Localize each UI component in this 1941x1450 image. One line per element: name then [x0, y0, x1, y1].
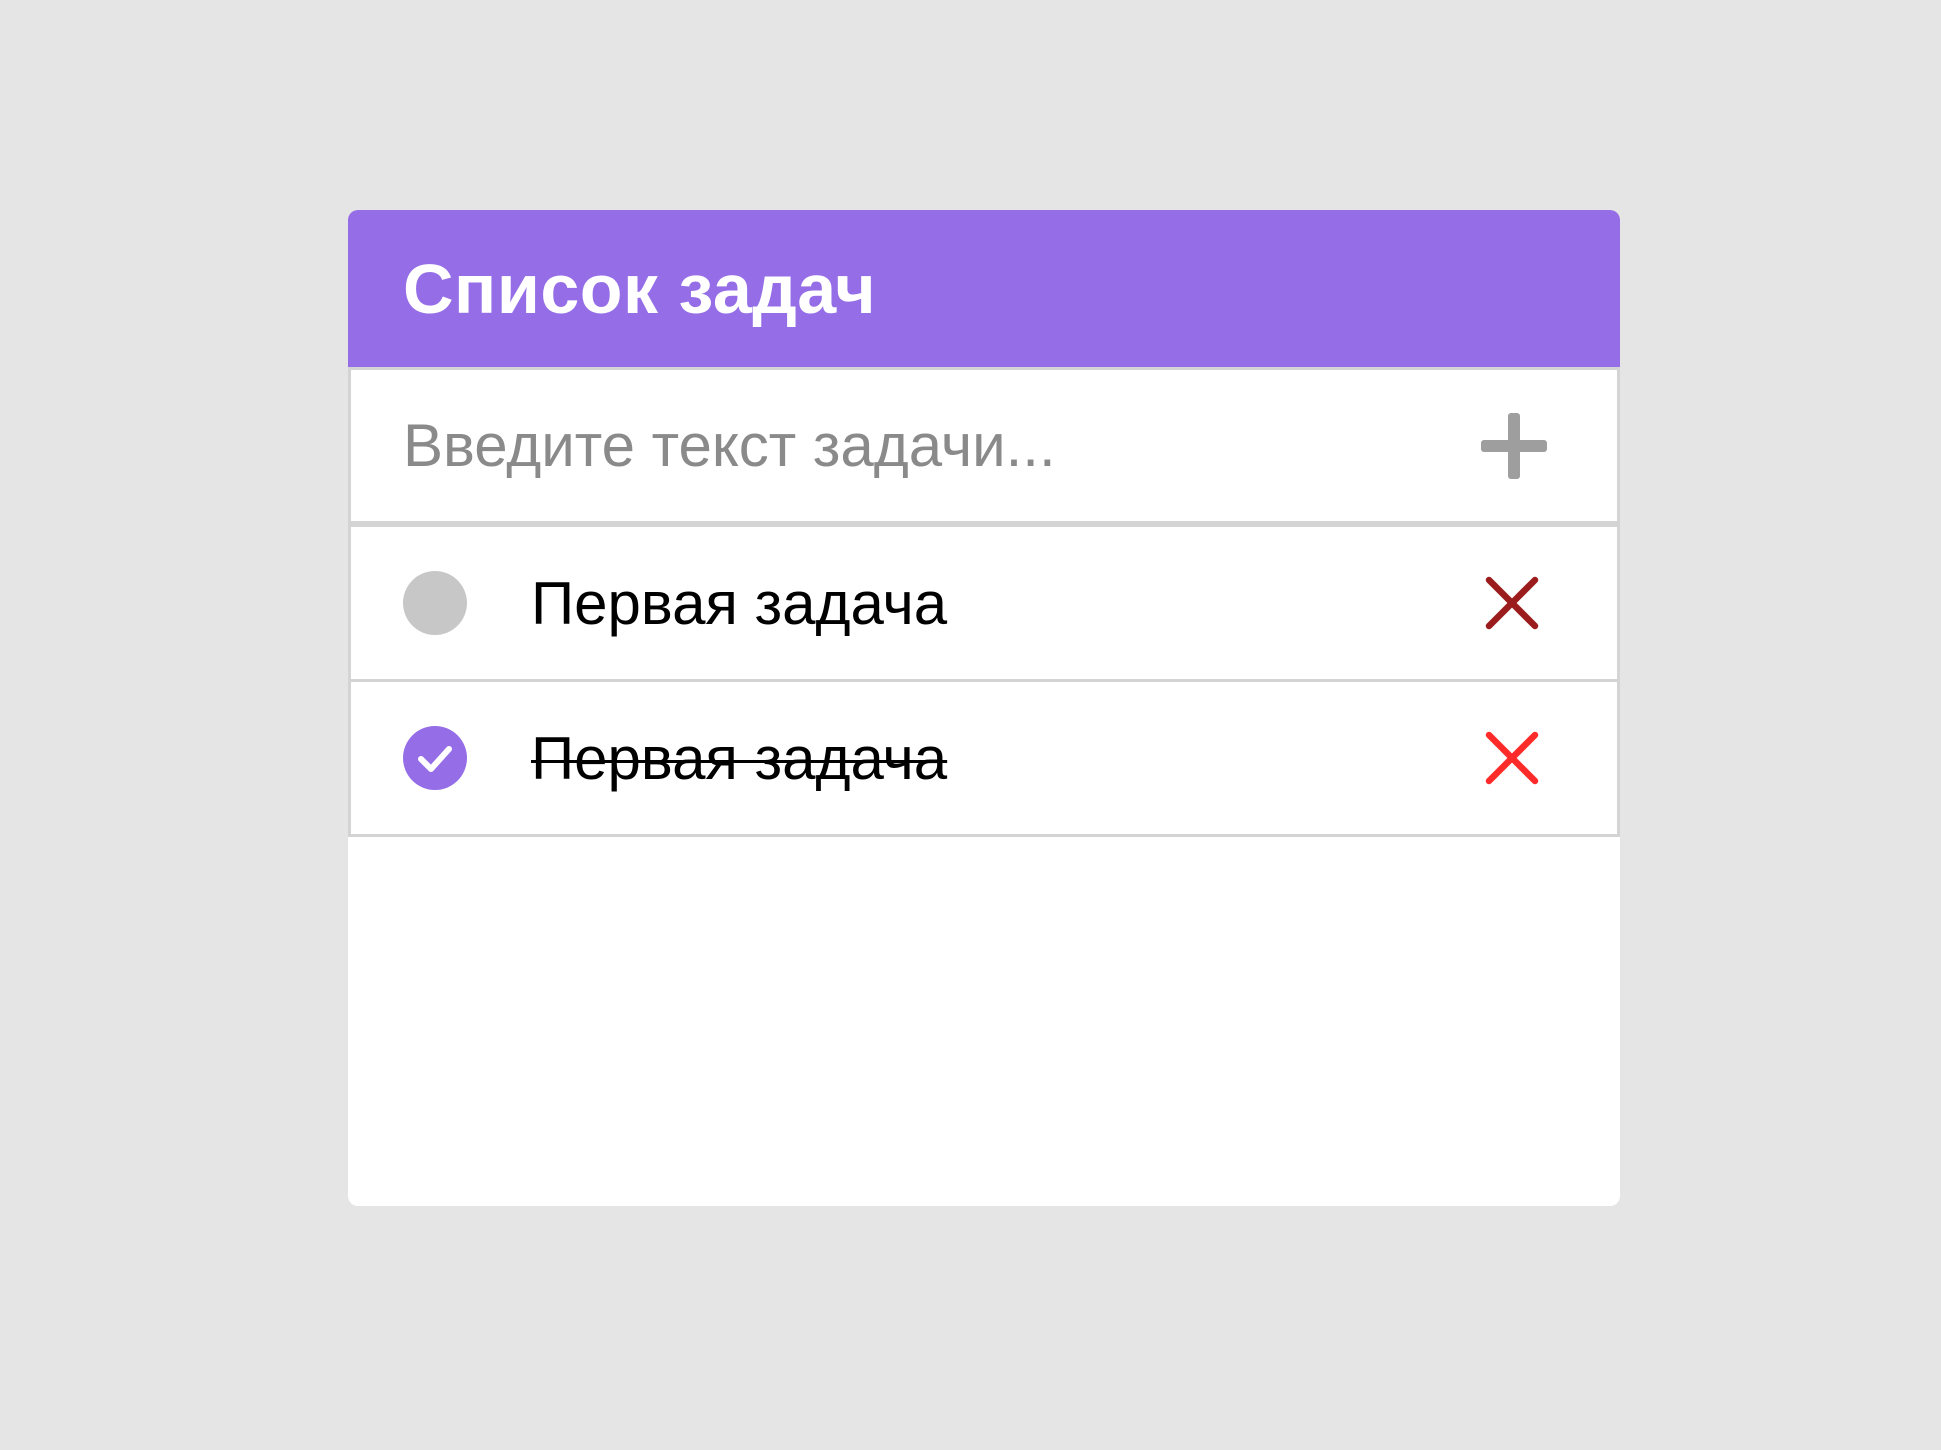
task-item: Первая задача [348, 524, 1620, 682]
header: Список задач [348, 210, 1620, 367]
close-icon [1485, 731, 1539, 785]
delete-task-button[interactable] [1485, 576, 1539, 630]
task-text: Первая задача [531, 724, 948, 792]
add-task-button[interactable] [1481, 412, 1547, 479]
task-item: Первая задача [348, 682, 1620, 837]
check-icon [418, 746, 452, 772]
task-checkbox[interactable] [403, 571, 467, 635]
page-title: Список задач [403, 249, 877, 328]
delete-task-button[interactable] [1485, 731, 1539, 785]
task-list: Первая задача Первая задача [348, 524, 1620, 837]
task-text-input[interactable] [403, 411, 1481, 480]
close-icon [1485, 576, 1539, 630]
new-task-row [348, 367, 1620, 524]
task-checkbox[interactable] [403, 726, 467, 790]
todo-card: Список задач Первая задача Первая [348, 210, 1620, 1206]
task-text: Первая задача [531, 569, 948, 637]
